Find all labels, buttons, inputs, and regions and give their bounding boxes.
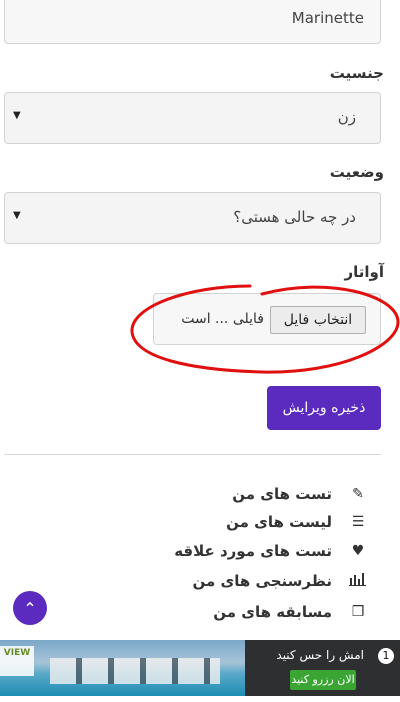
menu-item-my-lists[interactable]: ☰ لیست های من [226,508,370,536]
ad-logo: VIEW [0,646,34,676]
ad-badge[interactable]: 1 [378,648,394,664]
ad-cta-button[interactable]: الان رزرو کنید [290,670,356,690]
menu-item-my-polls[interactable]: نظرسنجی های من [193,567,370,595]
save-button[interactable]: ذخیره ویرایش [267,386,381,430]
gender-select[interactable]: زن ▼ [4,92,381,144]
menu-item-favorites[interactable]: ♥ تست های مورد علاقه [174,537,370,565]
menu-item-my-tests[interactable]: ✎ تست های من [232,480,370,508]
ad-image [50,658,220,684]
gender-label: جنسیت [329,64,384,82]
heart-icon: ♥ [351,543,365,559]
gender-selected-value: زن [337,108,356,126]
status-select[interactable]: در چه حالی هستی؟ ▼ [4,192,381,244]
pencil-icon: ✎ [352,486,364,502]
cubes-icon: ❒ [351,604,365,620]
file-status-text: فایلی ... است [181,311,264,327]
dropdown-arrow-icon: ▼ [13,210,21,221]
name-value: Marinette [291,9,364,27]
choose-file-button[interactable]: انتخاب فایل [270,306,366,334]
list-icon: ☰ [351,514,365,530]
bar-chart-icon [346,572,370,590]
ad-headline: امش را حس کنید [276,648,364,662]
menu-item-my-contests[interactable]: ❒ مسابقه های من [213,598,370,626]
name-field[interactable]: Marinette [4,0,381,44]
avatar-label: آواتار [344,263,384,281]
ad-banner[interactable]: VIEW امش را حس کنید الان رزرو کنید 1 [0,640,400,696]
chevron-up-icon: ⌃ [23,598,37,618]
avatar-file-input[interactable]: انتخاب فایل فایلی ... است [153,293,381,345]
status-selected-value: در چه حالی هستی؟ [233,208,356,226]
status-label: وضعیت [329,163,384,181]
scroll-to-top-button[interactable]: ⌃ [13,591,47,625]
dropdown-arrow-icon: ▼ [13,110,21,121]
divider [4,454,381,455]
